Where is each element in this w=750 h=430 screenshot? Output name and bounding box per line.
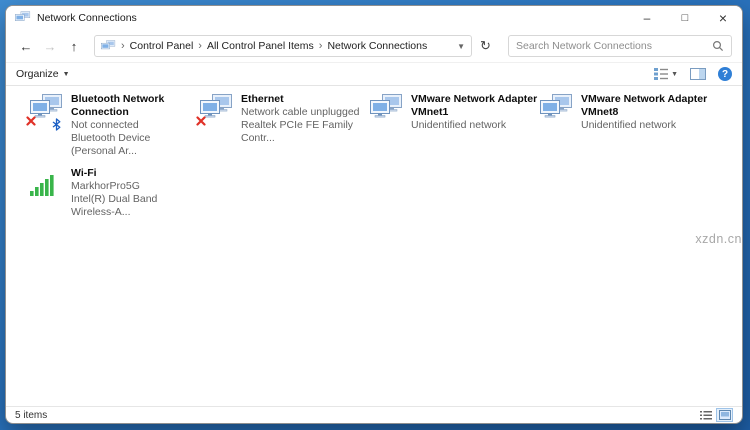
disconnected-x-icon [196, 116, 206, 126]
address-dropdown-icon[interactable]: ▼ [457, 42, 465, 51]
file-list-area: Bluetooth Network Connection Not connect… [6, 86, 742, 406]
disconnected-x-icon [26, 116, 36, 126]
network-adapter-icon [370, 94, 404, 124]
close-button[interactable]: × [704, 6, 742, 30]
network-adapter-icon [200, 94, 234, 124]
breadcrumb: › Control Panel › All Control Panel Item… [94, 35, 472, 57]
details-view-toggle[interactable] [697, 408, 714, 422]
watermark-text: xzdn.cn [695, 232, 742, 246]
titlebar: Network Connections – □ × [6, 6, 742, 30]
organize-label: Organize [16, 68, 59, 80]
breadcrumb-item-network-connections[interactable]: Network Connections [327, 40, 427, 52]
connection-status: Unidentified network [411, 119, 537, 132]
connection-name: VMware Network Adapter VMnet1 [411, 93, 537, 119]
change-view-caret-icon: ▼ [671, 71, 678, 78]
change-view-button[interactable]: ▼ [654, 68, 678, 80]
preview-pane-icon [690, 68, 706, 80]
connection-status: Not connected [71, 119, 198, 132]
search-box [508, 35, 732, 57]
organize-button[interactable]: Organize ▼ [16, 68, 70, 80]
tiles-view-icon [654, 68, 668, 80]
network-adapter-icon [30, 94, 64, 124]
connection-device: Bluetooth Device (Personal Ar... [71, 132, 198, 158]
help-button[interactable]: ? [718, 67, 732, 81]
status-bar: 5 items [6, 406, 742, 423]
details-view-icon [700, 411, 712, 420]
connection-status: Unidentified network [581, 119, 707, 132]
connection-name: VMware Network Adapter VMnet8 [581, 93, 707, 119]
explorer-window: Network Connections – □ × ← → ↑ › Contro… [5, 5, 743, 424]
organize-caret-icon: ▼ [63, 71, 70, 78]
large-icons-view-icon [719, 410, 731, 420]
breadcrumb-location-icon [101, 40, 116, 53]
breadcrumb-chevron-icon: › [198, 40, 202, 52]
connection-item-vmnet8[interactable]: VMware Network Adapter VMnet8 Unidentifi… [540, 92, 708, 158]
connection-status: Network cable unplugged [241, 106, 368, 119]
maximize-button[interactable]: □ [666, 6, 704, 30]
navigation-bar: ← → ↑ › Control Panel › All Control Pane… [6, 30, 742, 62]
breadcrumb-item-all-control-panel-items[interactable]: All Control Panel Items [207, 40, 314, 52]
connection-name: Ethernet [241, 93, 368, 106]
window-title: Network Connections [37, 12, 137, 24]
connection-item-wifi[interactable]: Wi-Fi MarkhorPro5G Intel(R) Dual Band Wi… [30, 166, 198, 219]
connection-name: Bluetooth Network Connection [71, 93, 198, 119]
breadcrumb-chevron-icon: › [319, 40, 323, 52]
connections-grid: Bluetooth Network Connection Not connect… [30, 92, 710, 219]
up-button[interactable]: ↑ [64, 39, 84, 54]
search-input[interactable] [516, 40, 712, 52]
preview-pane-button[interactable] [690, 68, 706, 80]
wifi-signal-bars-icon [30, 174, 56, 196]
connection-status: MarkhorPro5G [71, 180, 198, 193]
dual-monitors-icon [370, 94, 404, 122]
dual-monitors-icon [540, 94, 574, 122]
refresh-button[interactable]: ↻ [480, 38, 491, 54]
network-adapter-icon [540, 94, 574, 124]
connection-device: Realtek PCIe FE Family Contr... [241, 119, 368, 145]
forward-button[interactable]: → [40, 39, 60, 54]
network-adapter-icon [30, 168, 64, 198]
connection-item-ethernet[interactable]: Ethernet Network cable unplugged Realtek… [200, 92, 368, 158]
connection-name: Wi-Fi [71, 167, 198, 180]
network-connections-app-icon [15, 11, 31, 25]
back-button[interactable]: ← [16, 39, 36, 54]
breadcrumb-chevron-icon: › [121, 40, 125, 52]
connection-item-bluetooth[interactable]: Bluetooth Network Connection Not connect… [30, 92, 198, 158]
command-bar: Organize ▼ ▼ ? [6, 62, 742, 86]
connection-item-vmnet1[interactable]: VMware Network Adapter VMnet1 Unidentifi… [370, 92, 538, 158]
breadcrumb-item-control-panel[interactable]: Control Panel [130, 40, 194, 52]
connection-device: Intel(R) Dual Band Wireless-A... [71, 193, 198, 219]
search-icon [712, 40, 724, 52]
minimize-button[interactable]: – [628, 6, 666, 30]
large-icons-view-toggle[interactable] [716, 408, 733, 422]
window-controls: – □ × [628, 6, 742, 30]
item-count-label: 5 items [15, 410, 47, 421]
bluetooth-icon [52, 118, 61, 131]
